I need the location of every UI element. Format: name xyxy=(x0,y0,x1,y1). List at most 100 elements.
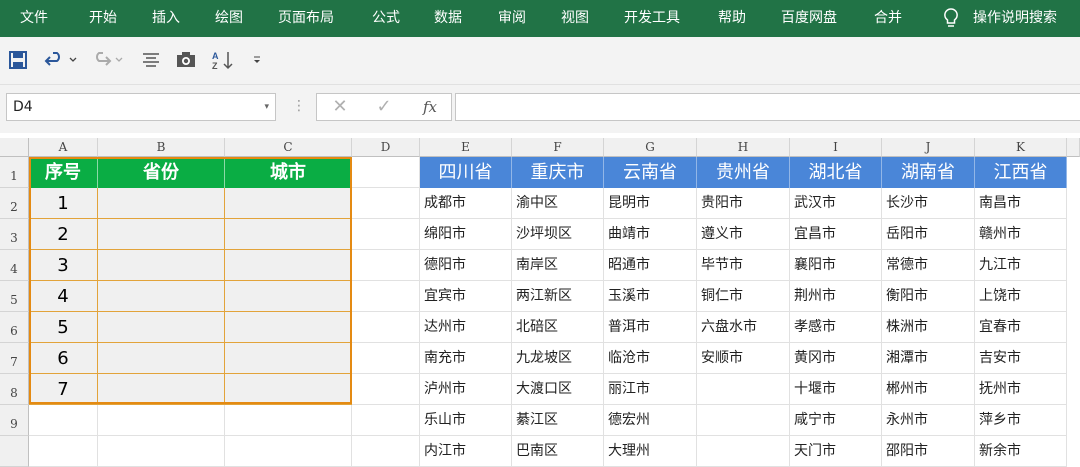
city-cell[interactable]: 铜仁市 xyxy=(697,281,790,312)
customize-qat-icon[interactable] xyxy=(250,49,264,71)
cell[interactable] xyxy=(352,281,420,312)
table-header-cell[interactable]: 城市 xyxy=(225,157,352,188)
province-input-cell[interactable] xyxy=(98,250,225,281)
city-input-cell[interactable] xyxy=(225,281,352,312)
ribbon-tab[interactable]: 页面布局 xyxy=(278,0,334,37)
city-cell[interactable]: 赣州市 xyxy=(975,219,1067,250)
column-header[interactable]: K xyxy=(975,138,1067,157)
column-header[interactable]: B xyxy=(98,138,225,157)
city-cell[interactable]: 南充市 xyxy=(420,343,512,374)
city-cell[interactable]: 普洱市 xyxy=(604,312,697,343)
city-cell[interactable]: 南岸区 xyxy=(512,250,604,281)
city-cell[interactable]: 宜宾市 xyxy=(420,281,512,312)
city-cell[interactable]: 绵阳市 xyxy=(420,219,512,250)
select-all-corner[interactable] xyxy=(0,138,29,157)
city-cell[interactable] xyxy=(697,405,790,436)
city-cell[interactable] xyxy=(697,374,790,405)
ribbon-tab[interactable]: 公式 xyxy=(372,0,400,37)
name-box[interactable]: D4 ▾ xyxy=(6,93,276,121)
row-header[interactable]: 3 xyxy=(0,219,29,250)
ribbon-tab[interactable]: 开发工具 xyxy=(624,0,680,37)
city-cell[interactable]: 岳阳市 xyxy=(882,219,975,250)
table-header-cell[interactable]: 序号 xyxy=(29,157,98,188)
city-input-cell[interactable] xyxy=(225,374,352,405)
city-cell[interactable]: 湘潭市 xyxy=(882,343,975,374)
city-cell[interactable]: 达州市 xyxy=(420,312,512,343)
index-cell[interactable]: 7 xyxy=(29,374,98,405)
province-input-cell[interactable] xyxy=(98,219,225,250)
province-input-cell[interactable] xyxy=(98,188,225,219)
row-header[interactable]: 6 xyxy=(0,312,29,343)
city-cell[interactable]: 贵阳市 xyxy=(697,188,790,219)
city-cell[interactable]: 北碚区 xyxy=(512,312,604,343)
province-header-cell[interactable]: 江西省 xyxy=(975,157,1067,188)
cancel-icon[interactable]: ✕ xyxy=(325,94,355,120)
city-input-cell[interactable] xyxy=(225,219,352,250)
province-input-cell[interactable] xyxy=(98,312,225,343)
enter-icon[interactable]: ✓ xyxy=(369,94,399,120)
province-header-cell[interactable]: 贵州省 xyxy=(697,157,790,188)
column-header[interactable]: C xyxy=(225,138,352,157)
cell[interactable] xyxy=(352,250,420,281)
city-cell[interactable]: 株洲市 xyxy=(882,312,975,343)
row-header[interactable]: 7 xyxy=(0,343,29,374)
row-header[interactable]: 5 xyxy=(0,281,29,312)
city-input-cell[interactable] xyxy=(225,250,352,281)
ribbon-tab[interactable]: 插入 xyxy=(152,0,180,37)
city-cell[interactable]: 丽江市 xyxy=(604,374,697,405)
redo-icon[interactable] xyxy=(90,49,126,71)
align-icon[interactable] xyxy=(140,49,162,71)
column-header[interactable]: G xyxy=(604,138,697,157)
city-cell[interactable]: 成都市 xyxy=(420,188,512,219)
table-header-cell[interactable]: 省份 xyxy=(98,157,225,188)
city-cell[interactable]: 乐山市 xyxy=(420,405,512,436)
city-cell[interactable]: 安顺市 xyxy=(697,343,790,374)
splitter-icon[interactable]: ⋮ xyxy=(292,98,306,114)
index-cell[interactable]: 1 xyxy=(29,188,98,219)
city-cell[interactable]: 玉溪市 xyxy=(604,281,697,312)
index-cell[interactable]: 5 xyxy=(29,312,98,343)
city-cell[interactable]: 曲靖市 xyxy=(604,219,697,250)
ribbon-tab[interactable]: 开始 xyxy=(89,0,117,37)
index-cell[interactable]: 4 xyxy=(29,281,98,312)
ribbon-tab[interactable]: 帮助 xyxy=(718,0,746,37)
cell[interactable] xyxy=(29,405,98,436)
city-cell[interactable]: 沙坪坝区 xyxy=(512,219,604,250)
ribbon-tab[interactable]: 百度网盘 xyxy=(781,0,837,37)
city-input-cell[interactable] xyxy=(225,188,352,219)
column-header[interactable]: A xyxy=(29,138,98,157)
column-header[interactable]: F xyxy=(512,138,604,157)
city-cell[interactable]: 吉安市 xyxy=(975,343,1067,374)
column-header[interactable]: E xyxy=(420,138,512,157)
city-cell[interactable]: 临沧市 xyxy=(604,343,697,374)
province-input-cell[interactable] xyxy=(98,374,225,405)
city-cell[interactable]: 萍乡市 xyxy=(975,405,1067,436)
city-cell[interactable]: 衡阳市 xyxy=(882,281,975,312)
chevron-down-icon[interactable]: ▾ xyxy=(264,94,269,120)
cell[interactable] xyxy=(352,188,420,219)
column-header[interactable]: D xyxy=(352,138,420,157)
undo-icon[interactable] xyxy=(44,49,80,71)
city-cell[interactable]: 咸宁市 xyxy=(790,405,882,436)
city-cell[interactable]: 大渡口区 xyxy=(512,374,604,405)
column-header[interactable]: J xyxy=(882,138,975,157)
row-header[interactable]: 1 xyxy=(0,157,29,188)
city-cell[interactable]: 毕节市 xyxy=(697,250,790,281)
city-cell[interactable]: 两江新区 xyxy=(512,281,604,312)
city-cell[interactable]: 孝感市 xyxy=(790,312,882,343)
index-cell[interactable]: 2 xyxy=(29,219,98,250)
city-cell[interactable]: 宜昌市 xyxy=(790,219,882,250)
city-cell[interactable]: 六盘水市 xyxy=(697,312,790,343)
cell[interactable] xyxy=(352,405,420,436)
city-input-cell[interactable] xyxy=(225,312,352,343)
province-header-cell[interactable]: 重庆市 xyxy=(512,157,604,188)
province-header-cell[interactable]: 湖南省 xyxy=(882,157,975,188)
city-cell[interactable]: 綦江区 xyxy=(512,405,604,436)
tell-me-search[interactable]: 操作说明搜索 xyxy=(973,0,1057,37)
ribbon-tab[interactable]: 审阅 xyxy=(498,0,526,37)
city-cell[interactable]: 昭通市 xyxy=(604,250,697,281)
cell[interactable] xyxy=(225,405,352,436)
city-cell[interactable]: 襄阳市 xyxy=(790,250,882,281)
province-input-cell[interactable] xyxy=(98,343,225,374)
city-cell[interactable]: 黄冈市 xyxy=(790,343,882,374)
